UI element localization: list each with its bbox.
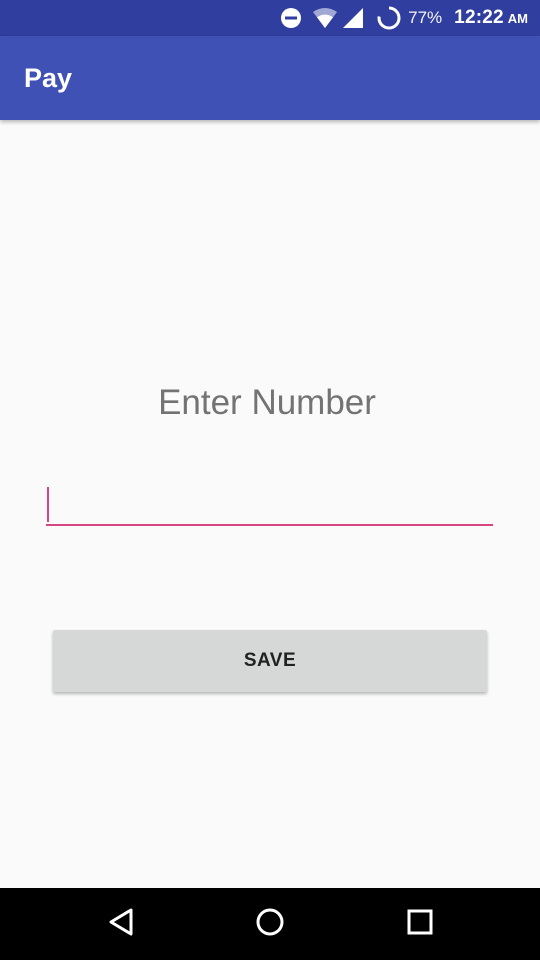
battery-percentage: 77% [408,8,443,27]
clock-time: 12:22 [454,7,504,28]
navigation-bar [0,888,540,960]
text-cursor [47,487,49,522]
cellular-signal-icon [342,7,364,29]
battery-charging-icon [376,5,402,31]
back-button[interactable] [76,888,166,960]
save-button[interactable]: SAVE [53,630,487,692]
status-bar: 77% 12:22 AM [0,0,540,36]
recents-icon [406,908,434,941]
do-not-disturb-icon [280,7,302,29]
status-icons: 77% 12:22 AM [280,0,528,36]
clock-am-pm: AM [507,10,528,26]
recents-button[interactable] [375,888,465,960]
number-input[interactable] [46,482,493,526]
app-bar: Pay [0,36,540,120]
home-icon [255,907,285,942]
wifi-icon [312,7,338,29]
back-icon [107,907,135,942]
app-title: Pay [24,63,73,93]
enter-number-label: Enter Number [158,383,376,422]
home-button[interactable] [225,888,315,960]
